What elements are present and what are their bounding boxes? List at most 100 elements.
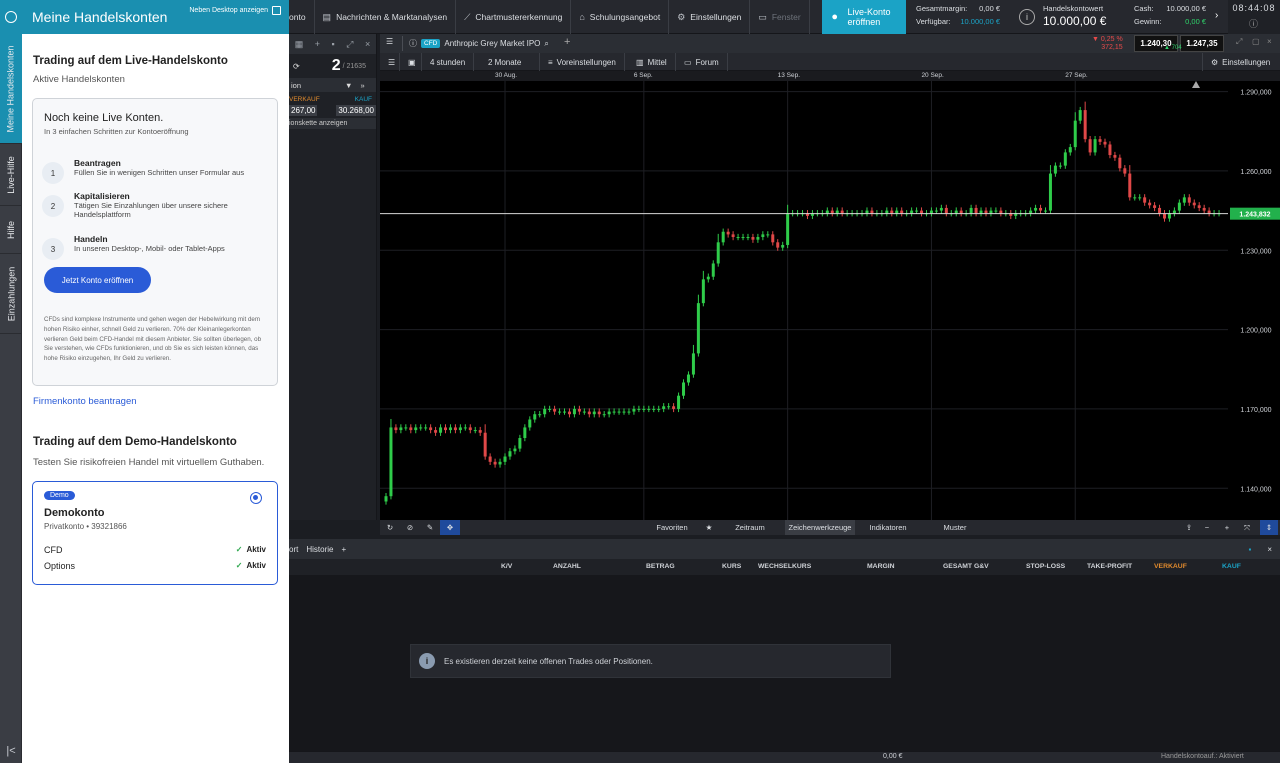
candle-body[interactable] (647, 408, 651, 410)
candle-body[interactable] (1182, 197, 1186, 203)
demo-account-card[interactable]: Demo Demokonto Privatkonto • 39321866 CF… (32, 481, 278, 585)
zoom-out-icon[interactable]: − (1198, 520, 1216, 535)
candle-body[interactable] (617, 411, 621, 413)
candle-body[interactable] (538, 414, 542, 416)
candle-body[interactable] (637, 408, 641, 410)
candle-body[interactable] (1068, 147, 1072, 153)
candle-body[interactable] (984, 210, 988, 214)
info-icon[interactable]: ⓘ (1228, 17, 1280, 30)
candle-body[interactable] (567, 411, 571, 415)
candle-body[interactable] (1058, 165, 1062, 167)
candle-body[interactable] (453, 427, 457, 431)
candle-body[interactable] (706, 276, 710, 280)
candle-body[interactable] (686, 374, 690, 383)
add-tab-icon[interactable]: + (341, 545, 346, 554)
candle-body[interactable] (1048, 173, 1052, 211)
candle-body[interactable] (523, 427, 527, 439)
candle-body[interactable] (1088, 139, 1092, 153)
candle-body[interactable] (1177, 202, 1181, 211)
candle-body[interactable] (498, 461, 502, 465)
candle-body[interactable] (736, 237, 740, 239)
candle-body[interactable] (1083, 110, 1087, 140)
candle-body[interactable] (587, 411, 591, 415)
column-header[interactable]: GESAMT G&V (943, 563, 989, 570)
menu-settings[interactable]: ⚙ Einstellungen (669, 0, 751, 34)
candle-body[interactable] (657, 408, 661, 410)
candle-body[interactable] (662, 406, 666, 409)
candle-body[interactable] (577, 408, 581, 412)
candle-body[interactable] (394, 427, 398, 431)
candle-body[interactable] (409, 427, 413, 431)
fit-icon[interactable]: ⤧ (1238, 520, 1256, 535)
candle-body[interactable] (994, 210, 998, 212)
menu-icon[interactable]: ☰ (380, 53, 400, 71)
candle-body[interactable] (642, 408, 646, 410)
candle-body[interactable] (939, 207, 943, 211)
reset-icon[interactable]: ↻ (380, 520, 400, 535)
presets-button[interactable]: ≡ Voreinstellungen (540, 53, 625, 71)
candle-body[interactable] (1138, 197, 1142, 199)
candle-body[interactable] (448, 427, 452, 431)
candle-body[interactable] (414, 427, 418, 431)
candle-body[interactable] (979, 210, 983, 214)
mode-button[interactable]: ▥ Mittel (628, 53, 676, 71)
column-header[interactable]: K/V (501, 563, 512, 570)
candle-body[interactable] (582, 411, 586, 413)
candle-body[interactable] (696, 303, 700, 354)
open-account-button[interactable]: Jetzt Konto eröffnen (44, 267, 151, 293)
candle-body[interactable] (1093, 139, 1097, 153)
candle-body[interactable] (761, 234, 765, 238)
candle-body[interactable] (607, 411, 611, 415)
candle-body[interactable] (1113, 155, 1117, 158)
candle-body[interactable] (632, 408, 636, 412)
sell-price-button[interactable]: 267,00 (289, 105, 318, 116)
candle-body[interactable] (434, 430, 438, 433)
search-icon[interactable]: ⌕ (544, 39, 548, 49)
rail-tab-deposits[interactable]: Einzahlungen (0, 254, 22, 334)
candle-body[interactable] (825, 210, 829, 214)
open-live-account-button[interactable]: ● Live-Konto eröffnen (822, 0, 906, 34)
period-button[interactable]: Zeitraum (720, 520, 780, 535)
info-icon[interactable]: i (1019, 9, 1035, 25)
candle-body[interactable] (944, 207, 948, 214)
candle-body[interactable] (528, 419, 532, 428)
buy-price-button[interactable]: 30.268,00 (336, 105, 376, 116)
refresh-icon[interactable]: ⟳ (293, 62, 300, 71)
candle-body[interactable] (974, 207, 978, 214)
candle-body[interactable] (934, 210, 938, 212)
desktop-toggle[interactable]: Neben Desktop anzeigen (189, 6, 281, 15)
candle-body[interactable] (463, 427, 467, 429)
candle-body[interactable] (1118, 157, 1122, 169)
column-header[interactable]: BETRAG (646, 563, 675, 570)
candle-body[interactable] (781, 244, 785, 248)
candle-body[interactable] (1053, 165, 1057, 174)
candle-body[interactable] (865, 210, 869, 214)
candle-body[interactable] (429, 427, 433, 431)
candle-body[interactable] (920, 210, 924, 214)
candle-body[interactable] (830, 210, 834, 214)
tab-history[interactable]: Historie (306, 545, 333, 554)
column-header[interactable]: WECHSELKURS (758, 563, 811, 570)
menu-account[interactable]: onto (289, 0, 315, 34)
patterns-button[interactable]: Muster (925, 520, 985, 535)
candle-body[interactable] (508, 451, 512, 457)
candle-body[interactable] (776, 242, 780, 248)
grid-icon[interactable]: ▦ (295, 39, 304, 50)
menu-window[interactable]: ▭ Fenster (750, 0, 810, 34)
candle-body[interactable] (716, 242, 720, 264)
pin-icon[interactable]: ⤢ (1236, 37, 1242, 47)
candle-body[interactable] (488, 456, 492, 462)
expand-icon[interactable]: ⤢ (346, 39, 353, 50)
candle-body[interactable] (652, 408, 656, 410)
candle-body[interactable] (786, 213, 790, 245)
cancel-icon[interactable]: ⊘ (400, 520, 420, 535)
layout-icon[interactable]: ▣ (400, 53, 422, 71)
autoscale-icon[interactable]: ⇕ (1260, 520, 1278, 535)
candle-body[interactable] (1202, 207, 1206, 211)
candlestick-chart[interactable]: 1.290,000 1.260,000 1.230,000 1.200,000 1.17… (380, 81, 1280, 520)
candle-body[interactable] (677, 395, 681, 409)
candle-body[interactable] (458, 427, 462, 431)
candle-body[interactable] (711, 263, 715, 277)
candle-body[interactable] (468, 427, 472, 431)
candle-body[interactable] (597, 411, 601, 415)
